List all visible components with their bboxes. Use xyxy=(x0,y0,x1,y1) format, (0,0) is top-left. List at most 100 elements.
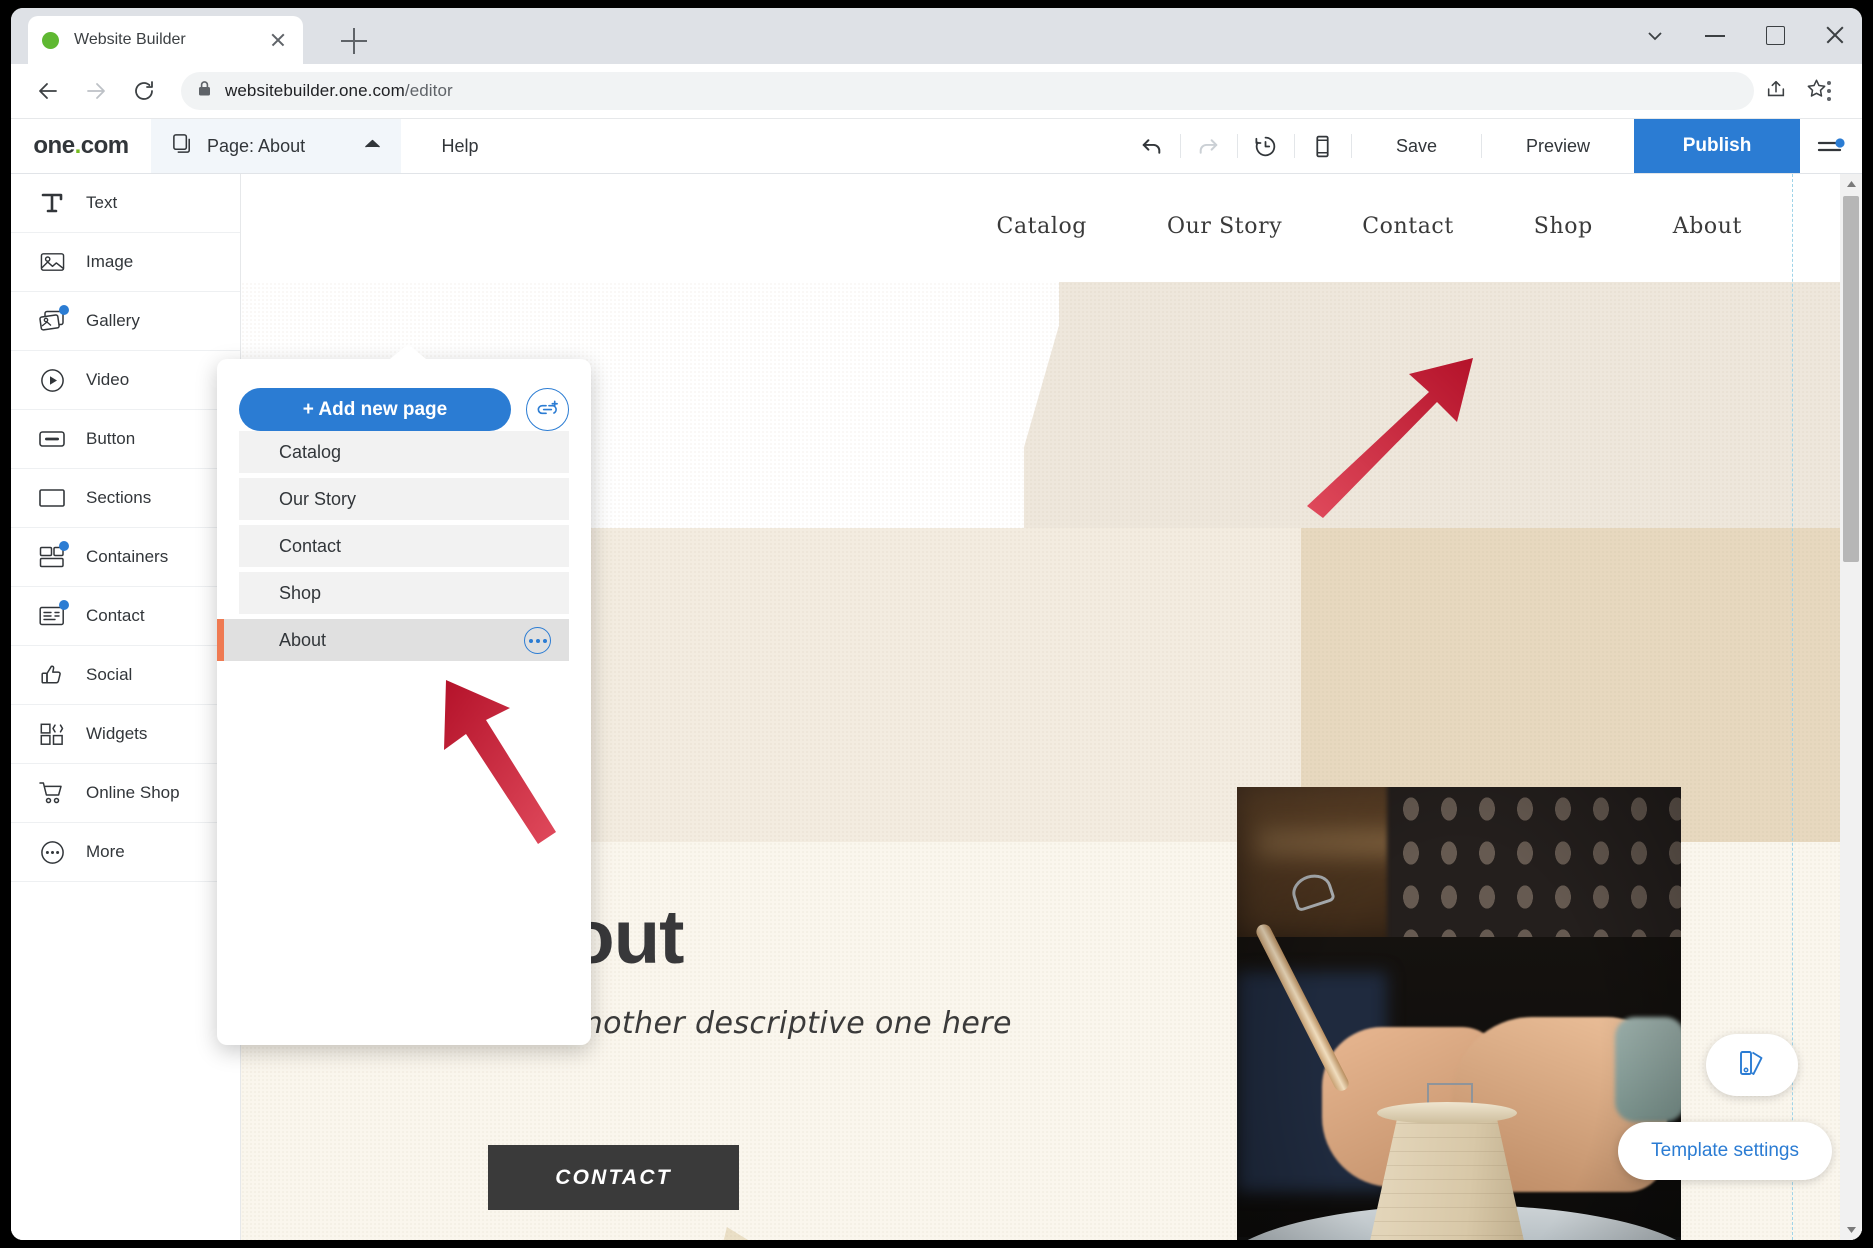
address-bar[interactable]: websitebuilder.one.com/editor xyxy=(181,72,1826,110)
publish-button[interactable]: Publish xyxy=(1634,119,1800,173)
close-icon[interactable] xyxy=(1822,22,1848,48)
sidebar-item-gallery[interactable]: Gallery xyxy=(11,292,240,351)
page-list-item-catalog[interactable]: Catalog xyxy=(239,431,569,473)
page-selector-button[interactable]: Page: About xyxy=(151,119,401,173)
sidebar-item-video[interactable]: Video xyxy=(11,351,240,410)
redo-arrow-icon xyxy=(1181,119,1237,173)
add-link-icon[interactable] xyxy=(526,388,569,431)
page-list-item-shop[interactable]: Shop xyxy=(239,572,569,614)
page-list-item-contact[interactable]: Contact xyxy=(239,525,569,567)
chevron-down-icon[interactable] xyxy=(1642,22,1668,48)
new-tab-button[interactable] xyxy=(341,28,367,54)
settings-sliders-icon[interactable] xyxy=(1800,119,1862,173)
sidebar-item-online-shop[interactable]: Online Shop xyxy=(11,764,240,823)
template-settings-label: Template settings xyxy=(1651,1140,1799,1161)
color-palette-button[interactable] xyxy=(1706,1034,1798,1096)
sidebar-item-label: Containers xyxy=(86,547,169,566)
add-new-page-button[interactable]: + Add new page xyxy=(239,388,511,431)
new-badge-dot xyxy=(59,541,69,551)
editor-toolbar: one. com Page: About Help Save Preview P… xyxy=(11,118,1862,174)
sidebar-item-widgets[interactable]: Widgets xyxy=(11,705,240,764)
sections-rectangle-icon xyxy=(38,484,66,512)
mobile-device-icon[interactable] xyxy=(1295,119,1351,173)
site-nav-about[interactable]: About xyxy=(1633,214,1782,239)
desktop-backdrop: Website Builder websitebuilder.one.com/e… xyxy=(0,0,1873,1248)
editor-body: Text Image Gallery Video Button Sections… xyxy=(11,174,1862,1240)
sidebar-item-text[interactable]: Text xyxy=(11,174,240,233)
text-T-icon xyxy=(38,189,66,217)
hero-photo[interactable] xyxy=(1237,787,1681,1240)
tab-close-icon[interactable] xyxy=(267,29,289,51)
new-badge-dot xyxy=(59,600,69,610)
photo-vignette xyxy=(1237,787,1681,1240)
maximize-icon[interactable] xyxy=(1762,22,1788,48)
panel-caret xyxy=(390,344,426,359)
onecom-logo[interactable]: one. com xyxy=(11,119,151,173)
thumbs-up-icon xyxy=(38,661,66,689)
more-dots-circle-icon xyxy=(38,838,66,866)
lock-icon xyxy=(197,80,212,102)
site-nav-shop[interactable]: Shop xyxy=(1494,214,1633,239)
sidebar-item-contact[interactable]: Contact xyxy=(11,587,240,646)
help-button[interactable]: Help xyxy=(401,119,519,173)
hero-contact-button[interactable]: CONTACT xyxy=(488,1145,739,1210)
site-navigation: Catalog Our Story Contact Shop About xyxy=(957,214,1782,239)
play-circle-icon xyxy=(38,366,66,394)
share-icon[interactable] xyxy=(1765,78,1787,105)
sidebar-item-social[interactable]: Social xyxy=(11,646,240,705)
site-nav-catalog[interactable]: Catalog xyxy=(957,214,1127,239)
address-bar-actions xyxy=(1765,72,1828,110)
scroll-down-arrow-icon[interactable] xyxy=(1840,1220,1862,1240)
sidebar-item-label: Social xyxy=(86,665,133,684)
sidebar-item-more[interactable]: More xyxy=(11,823,240,882)
canvas-scrollbar[interactable] xyxy=(1840,174,1862,1240)
minimize-icon[interactable] xyxy=(1702,22,1728,48)
sidebar-item-sections[interactable]: Sections xyxy=(11,469,240,528)
sidebar-item-label: Text xyxy=(86,193,118,212)
sidebar-item-label: Gallery xyxy=(86,311,140,330)
site-nav-contact[interactable]: Contact xyxy=(1322,214,1494,239)
sidebar-item-containers[interactable]: Containers xyxy=(11,528,240,587)
page-list-item-about[interactable]: About xyxy=(217,619,569,661)
color-palette-swatch-icon xyxy=(1735,1046,1769,1085)
tab-favicon-icon xyxy=(42,31,59,49)
pages-stack-icon xyxy=(171,132,194,160)
gallery-stack-icon xyxy=(38,305,69,335)
new-badge-dot xyxy=(59,305,69,315)
site-nav-our-story[interactable]: Our Story xyxy=(1127,214,1322,239)
sidebar-item-label: Button xyxy=(86,429,136,448)
sidebar-item-button[interactable]: Button xyxy=(11,410,240,469)
clock-history-icon[interactable] xyxy=(1238,119,1294,173)
editor-sidebar: Text Image Gallery Video Button Sections… xyxy=(11,174,241,1240)
more-dots-circle-icon[interactable] xyxy=(524,627,551,654)
browser-window: Website Builder websitebuilder.one.com/e… xyxy=(11,8,1862,1240)
scroll-up-arrow-icon[interactable] xyxy=(1840,174,1862,194)
sidebar-item-label: Video xyxy=(86,370,130,389)
sidebar-item-label: Online Shop xyxy=(86,783,180,802)
sidebar-item-label: More xyxy=(86,842,125,861)
save-button[interactable]: Save xyxy=(1352,119,1481,173)
page-selector-label: Page: About xyxy=(207,135,306,156)
scrollbar-thumb[interactable] xyxy=(1843,196,1859,562)
preview-button[interactable]: Preview xyxy=(1482,119,1634,173)
sidebar-item-label: Contact xyxy=(86,606,145,625)
back-arrow-icon[interactable] xyxy=(29,72,67,110)
browser-nav-bar: websitebuilder.one.com/editor xyxy=(11,64,1862,118)
containers-icon xyxy=(38,541,69,571)
page-list-item-label: Shop xyxy=(279,582,322,603)
button-icon xyxy=(38,425,66,453)
browser-tab[interactable]: Website Builder xyxy=(28,16,303,64)
sidebar-item-image[interactable]: Image xyxy=(11,233,240,292)
forward-arrow-icon xyxy=(77,72,115,110)
template-settings-button[interactable]: Template settings xyxy=(1618,1122,1832,1180)
bookmark-star-icon[interactable] xyxy=(1805,77,1828,105)
reload-icon[interactable] xyxy=(125,72,163,110)
hero-bg-shape-upper xyxy=(1059,282,1840,528)
chevron-up-icon xyxy=(364,137,381,155)
undo-arrow-icon[interactable] xyxy=(1124,119,1180,173)
site-header: Catalog Our Story Contact Shop About xyxy=(241,174,1840,282)
sidebar-item-label: Image xyxy=(86,252,134,271)
hero-bg-shape-notch xyxy=(1024,326,1084,528)
page-list-item-our-story[interactable]: Our Story xyxy=(239,478,569,520)
